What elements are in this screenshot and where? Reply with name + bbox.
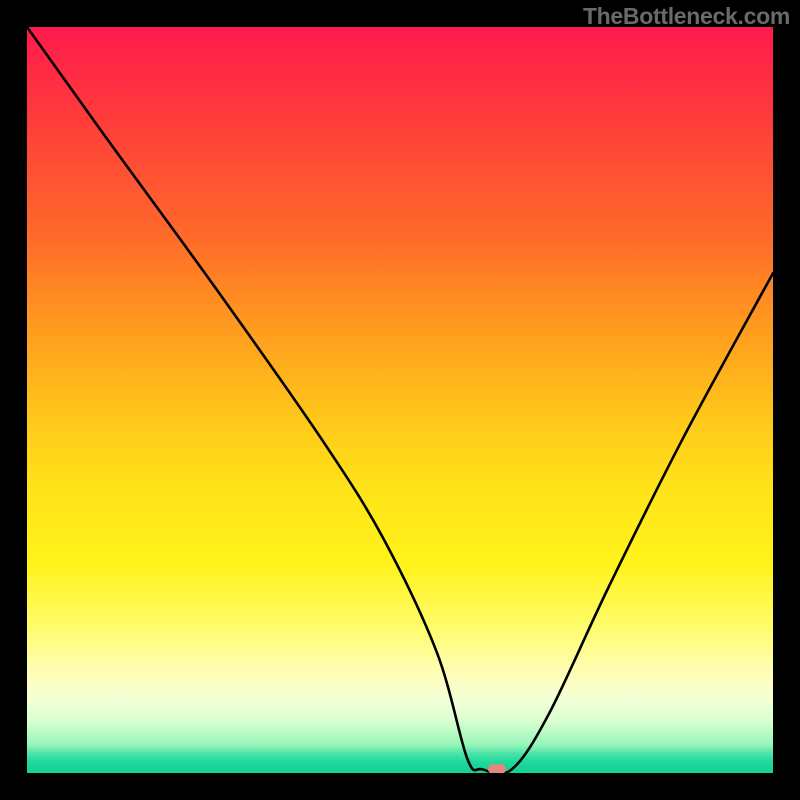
plot-area	[27, 27, 773, 773]
optimal-marker	[488, 764, 506, 773]
watermark-text: TheBottleneck.com	[583, 3, 790, 30]
bottleneck-curve	[27, 27, 773, 773]
chart-frame: TheBottleneck.com	[0, 0, 800, 800]
